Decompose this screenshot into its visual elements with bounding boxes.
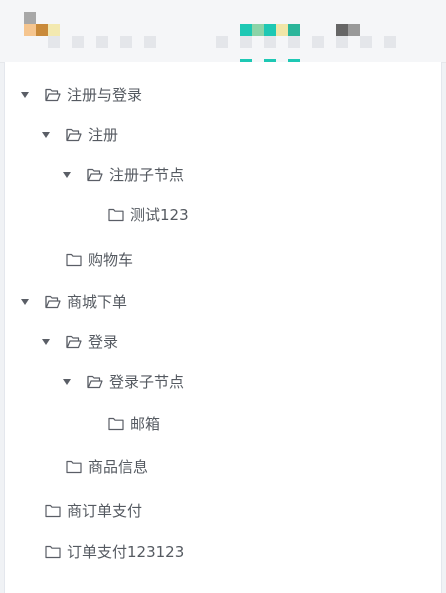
tree-node-label: 邮箱 <box>130 415 161 433</box>
tree-node[interactable]: 邮箱 <box>5 410 441 438</box>
tree-node[interactable]: 注册与登录 <box>5 81 441 109</box>
blurred-tab <box>276 24 288 36</box>
folder-open-icon <box>66 128 82 142</box>
tree-node[interactable]: 购物车 <box>5 246 441 274</box>
tree-node-label: 登录 <box>88 333 119 351</box>
caret-down-icon[interactable] <box>42 339 50 345</box>
tree-node-label: 购物车 <box>88 251 134 269</box>
tree-node[interactable]: 测试123 <box>5 201 441 229</box>
caret-down-icon[interactable] <box>63 379 71 385</box>
blurred-logo <box>24 12 36 24</box>
tree-node[interactable]: 订单支付123123 <box>5 538 441 566</box>
tree-node-label: 注册子节点 <box>109 166 185 184</box>
caret-down-icon[interactable] <box>42 132 50 138</box>
blurred-toolbar <box>216 36 406 48</box>
blurred-avatar <box>336 24 348 36</box>
top-bar <box>0 0 446 63</box>
tree-node[interactable]: 商城下单 <box>5 288 441 316</box>
folder-icon <box>66 460 82 474</box>
blurred-tab <box>264 24 276 36</box>
folder-open-icon <box>45 295 61 309</box>
blurred-logo-part <box>36 24 48 36</box>
caret-down-icon[interactable] <box>21 92 29 98</box>
tree-node[interactable]: 登录子节点 <box>5 368 441 396</box>
tree-node-label: 测试123 <box>130 206 189 224</box>
blurred-tab <box>240 24 252 36</box>
blurred-logo-part <box>48 24 60 36</box>
blurred-toolbar <box>48 36 158 48</box>
blurred-tab <box>252 24 264 36</box>
folder-open-icon <box>87 168 103 182</box>
tree-node-label: 商订单支付 <box>67 502 143 520</box>
caret-down-icon[interactable] <box>21 299 29 305</box>
folder-open-icon <box>66 335 82 349</box>
tree-node-label: 订单支付123123 <box>67 543 185 561</box>
tree-node[interactable]: 商订单支付 <box>5 497 441 525</box>
folder-open-icon <box>45 88 61 102</box>
tree-node[interactable]: 注册 <box>5 121 441 149</box>
folder-icon <box>66 253 82 267</box>
blurred-avatar <box>348 24 360 36</box>
folder-icon <box>45 545 61 559</box>
folder-icon <box>45 504 61 518</box>
tree-node-label: 登录子节点 <box>109 373 185 391</box>
tree-panel: 注册与登录注册注册子节点测试123 购物车商城下单登录登录子节点邮箱商品信息商订单… <box>4 62 442 593</box>
folder-icon <box>108 417 124 431</box>
caret-down-icon[interactable] <box>63 172 71 178</box>
blurred-tab <box>288 24 300 36</box>
tree-node-label: 注册 <box>88 126 119 144</box>
folder-icon <box>108 208 124 222</box>
tree-node[interactable]: 登录 <box>5 328 441 356</box>
tree-node-label: 注册与登录 <box>67 86 143 104</box>
tree-node[interactable]: 注册子节点 <box>5 161 441 189</box>
tree-node-label: 商品信息 <box>88 458 149 476</box>
blurred-logo-part <box>24 24 36 36</box>
tree-node-label: 商城下单 <box>67 293 128 311</box>
tree-node[interactable]: 商品信息 <box>5 453 441 481</box>
folder-open-icon <box>87 375 103 389</box>
